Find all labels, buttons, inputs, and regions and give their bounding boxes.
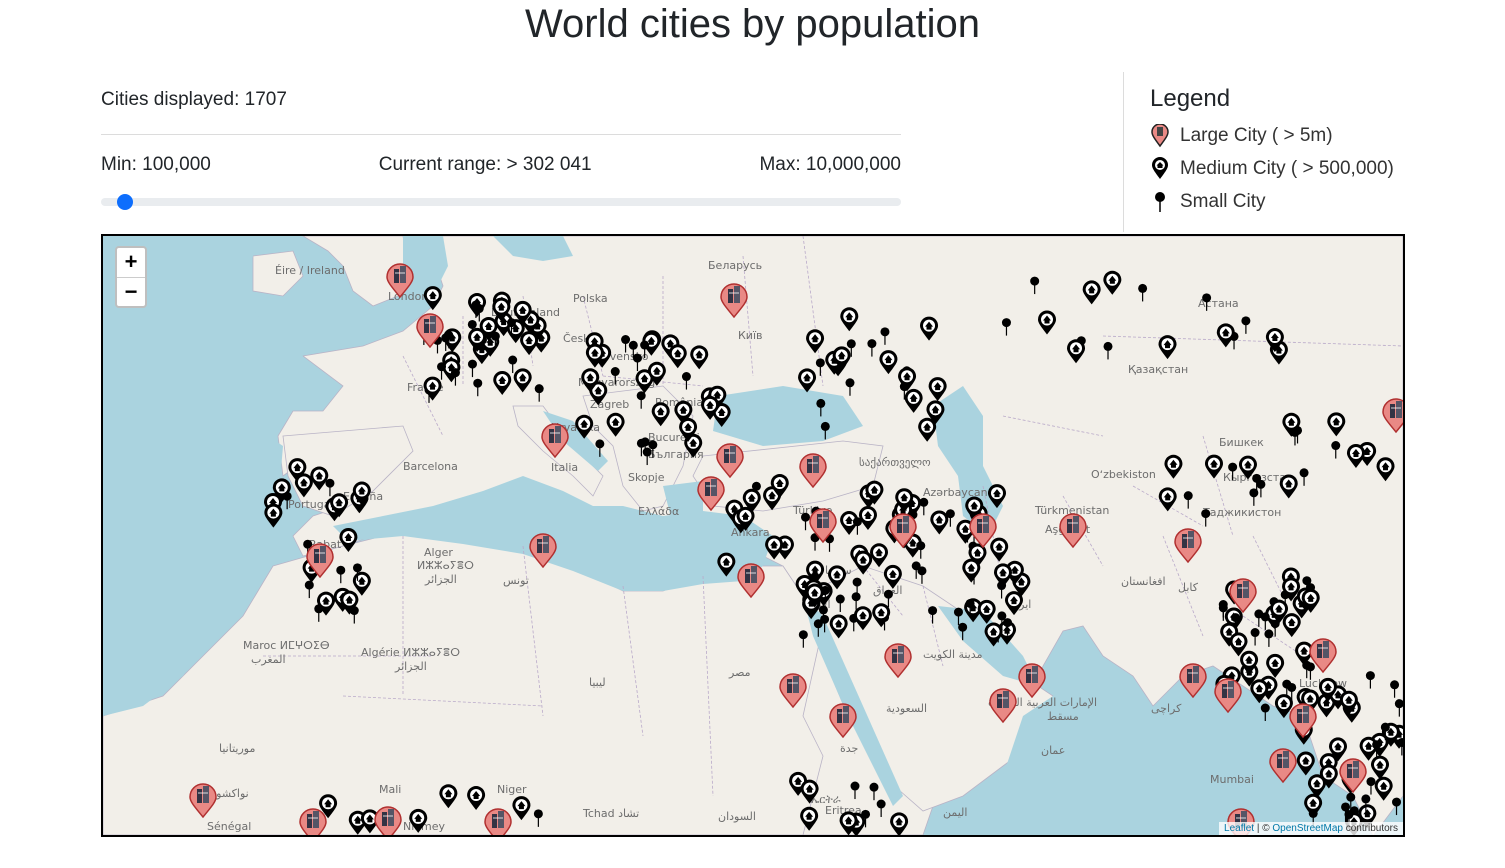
svg-text:السودان: السودان — [718, 810, 756, 823]
svg-text:Azərbaycan: Azərbaycan — [923, 486, 988, 499]
svg-text:Sénégal: Sénégal — [207, 820, 251, 833]
svg-text:Niger: Niger — [497, 783, 527, 796]
svg-text:تونس: تونس — [503, 574, 529, 587]
svg-text:Éire / Ireland: Éire / Ireland — [275, 264, 345, 277]
medium-city-marker-icon — [1152, 156, 1168, 179]
max-label: Max: 10,000,000 — [759, 154, 901, 175]
controls-panel: Cities displayed: 1707 Min: 100,000 Curr… — [101, 86, 901, 210]
svg-text:Algérie ⵍⵣⵣⴰⵢⴻⵔ: Algérie ⵍⵣⵣⴰⵢⴻⵔ — [361, 646, 460, 659]
svg-text:Қазақстан: Қазақстан — [1128, 363, 1188, 376]
svg-text:الجزائر: الجزائر — [424, 573, 457, 586]
svg-text:Бишкек: Бишкек — [1219, 436, 1264, 449]
svg-text:ليبيا: ليبيا — [589, 676, 606, 689]
map-base-layer[interactable]: Éire / Ireland London Deutschland Polska… — [103, 236, 1403, 835]
svg-text:Беларусь: Беларусь — [708, 259, 762, 272]
svg-text:Mumbai: Mumbai — [1210, 773, 1254, 786]
svg-text:ⵍⵣⵣⴰⵢⴻⵔ: ⵍⵣⵣⴰⵢⴻⵔ — [417, 559, 474, 572]
svg-text:مدينة الكويت: مدينة الكويت — [923, 648, 983, 661]
svg-text:السعودية: السعودية — [886, 702, 927, 715]
population-range-slider[interactable] — [101, 194, 901, 210]
svg-text:مصر: مصر — [728, 666, 751, 679]
svg-text:საქართველო: საქართველო — [859, 456, 931, 469]
zoom-out-button[interactable]: − — [117, 277, 145, 306]
svg-text:Tchad تشاد: Tchad تشاد — [582, 807, 639, 820]
svg-text:المغرب: المغرب — [251, 653, 286, 666]
svg-text:مسقط: مسقط — [1047, 710, 1079, 723]
svg-text:Skopje: Skopje — [628, 471, 665, 484]
svg-text:الجزائر: الجزائر — [394, 660, 427, 673]
cities-displayed-count: Cities displayed: 1707 — [101, 89, 287, 110]
map-view[interactable]: Éire / Ireland London Deutschland Polska… — [101, 234, 1405, 837]
svg-text:Ankara: Ankara — [731, 526, 770, 539]
svg-text:Italia: Italia — [551, 461, 578, 474]
legend-item-medium: Medium City ( > 500,000) — [1150, 152, 1490, 185]
svg-text:جدة: جدة — [840, 742, 858, 755]
svg-text:اليمن: اليمن — [943, 806, 967, 819]
svg-text:کراچی: کراچی — [1151, 702, 1182, 715]
svg-text:موريتانيا: موريتانيا — [219, 742, 255, 755]
min-label: Min: 100,000 — [101, 154, 211, 175]
divider — [101, 134, 901, 135]
svg-text:Таджикистон: Таджикистон — [1202, 506, 1281, 519]
legend-item-small: Small City — [1150, 185, 1490, 218]
svg-text:Alger: Alger — [424, 546, 453, 559]
large-city-marker-icon — [1151, 123, 1169, 147]
svg-text:افغانستان: افغانستان — [1121, 575, 1166, 588]
current-range-label: Current range: > 302 041 — [378, 154, 592, 175]
svg-text:Oʻzbekiston: Oʻzbekiston — [1091, 468, 1156, 481]
zoom-in-button[interactable]: + — [117, 248, 145, 277]
large-city-marker[interactable] — [299, 808, 327, 835]
svg-text:Київ: Київ — [738, 329, 763, 342]
svg-text:London: London — [388, 290, 428, 303]
svg-text:Polska: Polska — [573, 292, 608, 305]
legend-item-large: Large City ( > 5m) — [1150, 119, 1490, 152]
legend: Legend Large City ( > 5m) Medium City ( … — [1150, 84, 1490, 218]
large-city-marker[interactable] — [484, 808, 512, 835]
zoom-control: + − — [115, 246, 147, 308]
svg-text:Ελλάδα: Ελλάδα — [638, 505, 679, 518]
leaflet-link[interactable]: Leaflet — [1224, 823, 1254, 834]
map-attribution: Leaflet | © OpenStreetMap contributors — [1219, 822, 1403, 835]
svg-text:Maroc ⵍⵎⵖⵔⵉⴱ: Maroc ⵍⵎⵖⵔⵉⴱ — [243, 639, 330, 652]
svg-text:عمان: عمان — [1041, 744, 1065, 757]
legend-title: Legend — [1150, 85, 1231, 112]
page-title: World cities by population — [524, 2, 981, 46]
svg-text:Barcelona: Barcelona — [403, 460, 458, 473]
small-city-pin-icon — [1155, 191, 1165, 212]
osm-link[interactable]: OpenStreetMap — [1272, 823, 1343, 834]
svg-text:Mali: Mali — [379, 783, 401, 796]
svg-text:کابل: کابل — [1178, 581, 1199, 594]
slider-thumb[interactable] — [117, 194, 133, 210]
range-labels: Min: 100,000 Current range: > 302 041 Ma… — [101, 151, 901, 179]
legend-divider — [1123, 72, 1124, 232]
